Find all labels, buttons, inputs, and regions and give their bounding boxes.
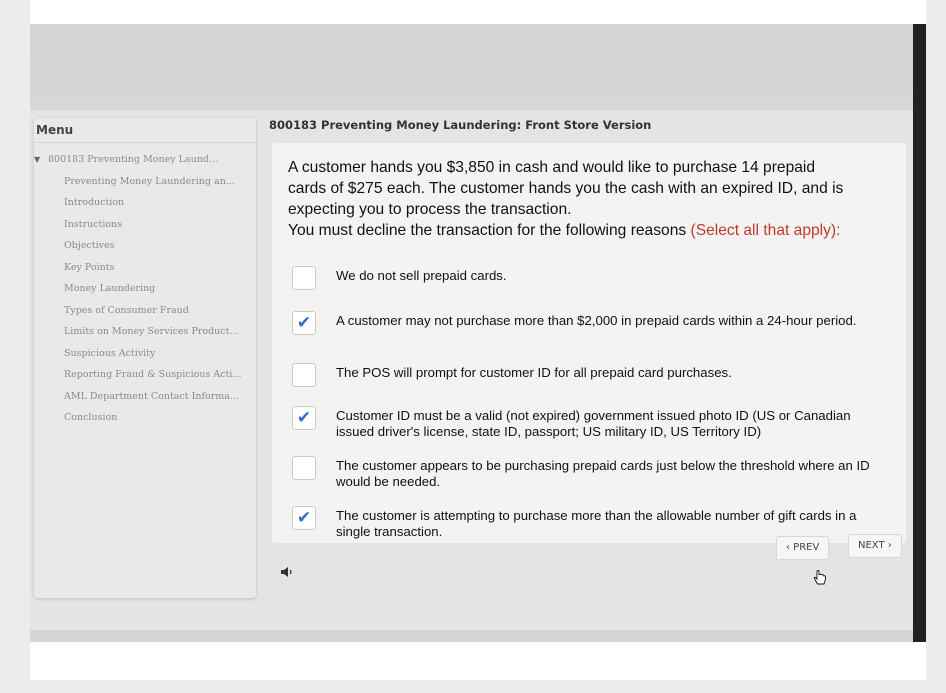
screen-photo: Menu ▼ 800183 Preventing Money Launderi..… [30,24,926,642]
checkmark-icon[interactable]: ✔ [292,311,316,335]
course-player: Menu ▼ 800183 Preventing Money Launderi..… [30,110,913,630]
question-line: cards of $275 each. The customer hands y… [288,180,844,197]
option-label: The customer appears to be purchasing pr… [336,458,870,489]
prev-button[interactable]: ‹ PREV [776,536,830,560]
menu-item-label: 800183 Preventing Money Launderi... [48,154,222,165]
menu-item-consumer-fraud[interactable]: Types of Consumer Fraud [34,300,252,322]
menu-list: ▼ 800183 Preventing Money Launderi... Pre… [34,143,256,429]
menu-item-key-points[interactable]: Key Points [34,257,252,279]
question-line: A customer hands you $3,850 in cash and … [288,159,816,176]
menu-item-instructions[interactable]: Instructions [34,214,252,236]
checkbox[interactable] [292,363,316,387]
menu-item-objectives[interactable]: Objectives [34,235,252,257]
question-panel: A customer hands you $3,850 in cash and … [272,143,906,543]
checkbox[interactable] [292,266,316,290]
hand-cursor-icon [813,570,826,585]
option-label: Customer ID must be a valid (not expired… [336,408,851,439]
caret-down-icon[interactable]: ▼ [34,149,48,171]
checkmark-icon[interactable]: ✔ [292,506,316,530]
menu-panel: Menu ▼ 800183 Preventing Money Launderi..… [34,118,256,598]
menu-item-limits[interactable]: Limits on Money Services Product... [34,321,252,343]
menu-item-course-root[interactable]: ▼ 800183 Preventing Money Launderi... [34,149,222,171]
prompt-text: You must decline the transaction for the… [288,222,687,239]
menu-item-preventing[interactable]: Preventing Money Laundering an... [34,171,252,193]
course-title: 800183 Preventing Money Laundering: Fron… [269,118,652,132]
monitor-bezel [913,24,926,642]
answer-option[interactable]: The POS will prompt for customer ID for … [292,363,892,403]
next-button[interactable]: NEXT › [848,534,902,558]
option-label: We do not sell prepaid cards. [336,268,507,283]
answer-option[interactable]: ✔ Customer ID must be a valid (not expir… [292,406,892,446]
menu-item-aml-contact[interactable]: AML Department Contact Informa... [34,386,252,408]
menu-item-introduction[interactable]: Introduction [34,192,252,214]
menu-item-reporting-fraud[interactable]: Reporting Fraud & Suspicious Acti... [34,364,252,386]
question-line: expecting you to process the transaction… [288,201,572,218]
option-label: A customer may not purchase more than $2… [336,313,857,328]
menu-item-suspicious-activity[interactable]: Suspicious Activity [34,343,252,365]
menu-item-conclusion[interactable]: Conclusion [34,407,252,429]
answer-option[interactable]: The customer appears to be purchasing pr… [292,456,892,496]
photo-border-top [30,0,926,24]
question-text: A customer hands you $3,850 in cash and … [288,157,898,241]
answer-option[interactable]: ✔ A customer may not purchase more than … [292,311,892,351]
speaker-icon[interactable] [280,566,294,578]
menu-header: Menu [34,118,256,143]
select-all-note: (Select all that apply): [690,222,841,239]
checkbox[interactable] [292,456,316,480]
menu-item-money-laundering[interactable]: Money Laundering [34,278,252,300]
photo-border-bottom [30,642,926,680]
checkmark-icon[interactable]: ✔ [292,406,316,430]
option-label: The POS will prompt for customer ID for … [336,365,732,380]
question-prompt: You must decline the transaction for the… [288,220,898,241]
answer-option[interactable]: We do not sell prepaid cards. [292,266,892,306]
